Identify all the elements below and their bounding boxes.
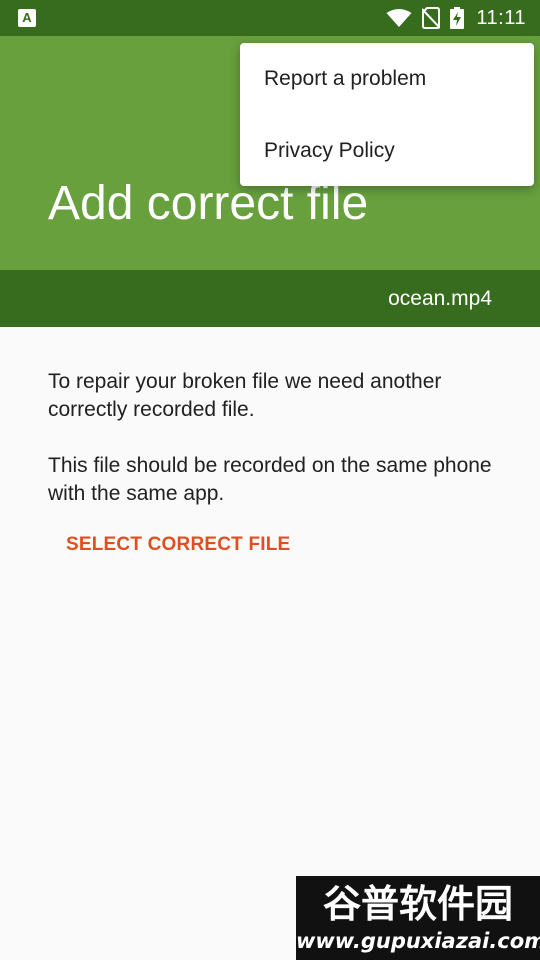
battery-charging-icon [450, 7, 465, 29]
select-correct-file-button[interactable]: SELECT CORRECT FILE [56, 524, 300, 566]
status-icons: 11:11 [386, 0, 526, 36]
menu-item-privacy-policy[interactable]: Privacy Policy [240, 115, 534, 187]
file-bar: ocean.mp4 [0, 270, 540, 327]
wifi-icon [386, 9, 412, 27]
menu-item-report-problem[interactable]: Report a problem [240, 43, 534, 115]
watermark-url: www.gupuxiazai.com [296, 929, 540, 953]
instruction-paragraph-2: This file should be recorded on the same… [48, 454, 492, 505]
app-notification-icon: A [18, 9, 36, 27]
instructions: To repair your broken file we need anoth… [48, 368, 498, 536]
status-time: 11:11 [476, 6, 526, 29]
overflow-menu: Report a problem Privacy Policy [240, 43, 534, 186]
file-name: ocean.mp4 [388, 287, 492, 310]
watermark-logo: 谷普软件园 www.gupuxiazai.com [296, 876, 540, 960]
instruction-paragraph-1: To repair your broken file we need anoth… [48, 370, 442, 421]
no-sim-icon [422, 7, 441, 29]
watermark-name: 谷普软件园 [322, 882, 513, 926]
status-bar: A 11:11 [0, 0, 540, 36]
